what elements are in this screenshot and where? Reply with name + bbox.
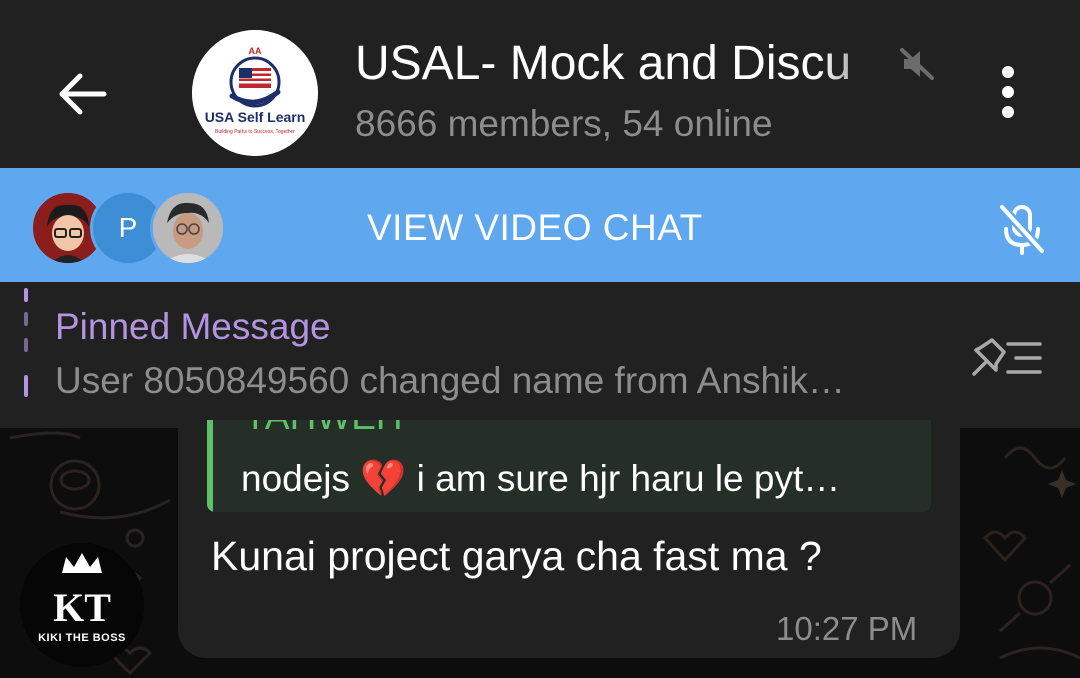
reply-preview[interactable]: YAHWEH nodejs 💔 i am sure hjr haru le py… [207, 420, 931, 512]
svg-text:KT: KT [53, 585, 111, 630]
member-count: 8666 members, 54 online [355, 103, 773, 144]
svg-text:USA Self Learn: USA Self Learn [205, 109, 306, 125]
mic-off-icon [997, 202, 1047, 256]
pinned-indicator-segment [24, 312, 28, 326]
message-text: Kunai project garya cha fast ma ? [211, 533, 822, 579]
channel-avatar[interactable]: AA USA Self Learn Building Paths to Succ… [192, 30, 318, 156]
pinned-title: Pinned Message [55, 306, 331, 347]
view-video-chat-label[interactable]: VIEW VIDEO CHAT [367, 207, 703, 249]
mic-toggle[interactable] [992, 199, 1052, 259]
sender-avatar-caption: KIKI THE BOSS [38, 632, 126, 644]
svg-text:AA: AA [249, 46, 262, 56]
arrow-left-icon [59, 73, 107, 115]
menu-button[interactable] [994, 64, 1022, 120]
participant-avatar [150, 190, 226, 266]
sender-avatar[interactable]: KT [20, 543, 144, 667]
pinned-list-icon [972, 338, 1042, 376]
message-timestamp: 10:27 PM [776, 610, 918, 647]
svg-text:Building Paths to Success, Tog: Building Paths to Success, Together [215, 129, 295, 135]
pinned-list-button[interactable] [966, 334, 1046, 382]
muted-speaker-icon [898, 44, 938, 84]
reply-accent-bar [207, 420, 213, 512]
pinned-indicator-segment [24, 338, 28, 352]
pinned-indicator-segment [24, 288, 28, 302]
chat-title[interactable]: USAL- Mock and Discu [355, 36, 935, 91]
kt-logo: KT [20, 543, 144, 667]
pinned-indicator-segment [24, 375, 28, 397]
pinned-message-bar[interactable] [0, 282, 1080, 428]
reply-text: nodejs 💔 i am sure hjr haru le pyt… [241, 458, 841, 499]
usa-self-learn-logo: AA USA Self Learn Building Paths to Succ… [192, 30, 318, 156]
back-button[interactable] [52, 62, 116, 126]
pinned-text[interactable]: User 8050849560 changed name from Anshik… [55, 360, 945, 402]
reply-sender-name: YAHWEH [243, 420, 403, 438]
kebab-menu-icon [1002, 66, 1014, 118]
